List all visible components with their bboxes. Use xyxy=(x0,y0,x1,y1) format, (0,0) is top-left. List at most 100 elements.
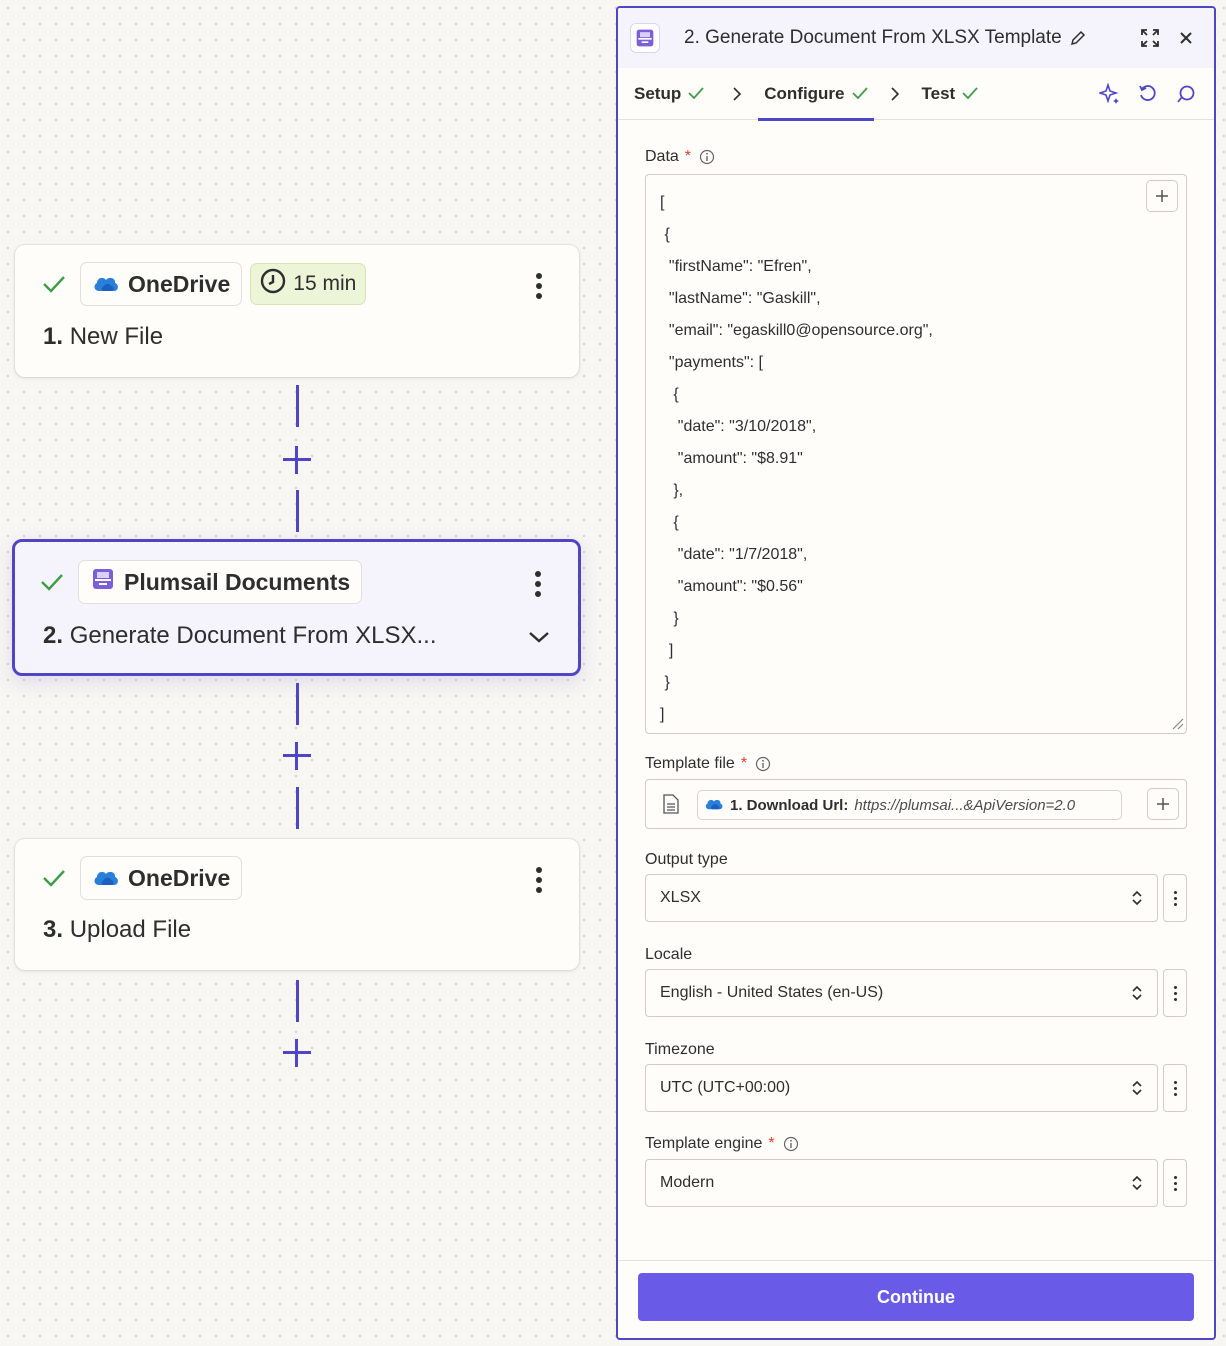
field-options-button[interactable] xyxy=(1163,1064,1187,1112)
pencil-icon[interactable] xyxy=(1070,30,1086,46)
onedrive-cloud-icon xyxy=(92,271,120,298)
continue-button[interactable]: Continue xyxy=(638,1273,1194,1321)
field-options-button[interactable] xyxy=(1163,969,1187,1017)
tab-test[interactable]: Test xyxy=(922,68,979,120)
updown-chevron-icon xyxy=(1132,985,1142,1001)
template-engine-select[interactable]: Modern xyxy=(645,1159,1158,1207)
info-icon[interactable] xyxy=(783,1136,799,1152)
clock-icon xyxy=(260,268,286,300)
step-menu-button[interactable] xyxy=(529,865,549,895)
add-step-icon[interactable] xyxy=(283,446,311,474)
updown-chevron-icon xyxy=(1132,1080,1142,1096)
template-file-input[interactable]: 1. Download Url: https://plumsai...&ApiV… xyxy=(645,779,1187,829)
onedrive-cloud-icon xyxy=(92,865,120,892)
step-number: 1. xyxy=(43,323,64,350)
comment-icon[interactable] xyxy=(1174,82,1198,106)
required-marker: * xyxy=(768,1135,775,1152)
onedrive-cloud-icon xyxy=(704,797,724,814)
label-text: Template engine xyxy=(645,1135,763,1152)
label-text: Locale xyxy=(645,946,693,963)
connector-line xyxy=(296,490,299,532)
schedule-interval: 15 min xyxy=(293,272,357,295)
tab-setup[interactable]: Setup xyxy=(634,68,704,120)
tab-label: Test xyxy=(921,83,956,103)
chevron-right-icon xyxy=(728,85,746,103)
pill-label: 1. Download Url: xyxy=(730,796,849,814)
plumsail-documents-icon xyxy=(90,567,116,597)
step-title-text: New File xyxy=(69,323,164,350)
step-title-text: Upload File xyxy=(69,916,192,943)
output-type-label: Output type xyxy=(645,849,728,871)
sparkle-icon[interactable] xyxy=(1098,82,1122,106)
app-chip-onedrive[interactable]: OneDrive xyxy=(80,856,243,900)
label-text: Timezone xyxy=(645,1041,715,1058)
step-title: 2. Generate Document From XLSX... xyxy=(43,622,437,650)
app-chip-plumsail[interactable]: Plumsail Documents xyxy=(78,560,363,604)
undo-icon[interactable] xyxy=(1136,82,1160,106)
step-number: 2. xyxy=(43,622,64,649)
locale-select[interactable]: English - United States (en-US) xyxy=(645,969,1158,1017)
step-number: 3. xyxy=(43,916,64,943)
connector-line xyxy=(296,683,299,725)
resize-handle-icon[interactable] xyxy=(1170,716,1184,735)
select-value: UTC (UTC+00:00) xyxy=(660,1079,791,1096)
step-card-1[interactable]: OneDrive 15 min 1. New File xyxy=(15,245,579,377)
insert-data-button[interactable] xyxy=(1147,788,1179,820)
check-icon xyxy=(688,84,704,104)
app-chip-onedrive[interactable]: OneDrive xyxy=(80,262,243,306)
step-menu-button[interactable] xyxy=(529,271,549,301)
check-icon xyxy=(851,84,868,104)
data-textarea[interactable]: [ { "firstName": "Efren", "lastName": "G… xyxy=(645,174,1187,734)
output-type-select[interactable]: XLSX xyxy=(645,874,1158,922)
select-value: Modern xyxy=(660,1174,715,1191)
plus-icon xyxy=(1157,798,1169,810)
check-icon xyxy=(962,84,978,104)
timezone-select[interactable]: UTC (UTC+00:00) xyxy=(645,1064,1158,1112)
step-title: 1. New File xyxy=(43,323,163,351)
add-step-icon[interactable] xyxy=(283,1039,311,1067)
mapped-field-pill[interactable]: 1. Download Url: https://plumsai...&ApiV… xyxy=(697,790,1122,820)
file-icon xyxy=(663,794,679,819)
template-engine-label: Template engine * xyxy=(645,1133,799,1155)
add-step-icon[interactable] xyxy=(283,742,311,770)
required-marker: * xyxy=(684,148,692,165)
connector-line xyxy=(296,787,299,829)
step-card-2[interactable]: Plumsail Documents 2. Generate Document … xyxy=(12,539,581,676)
select-value: English - United States (en-US) xyxy=(660,984,884,1001)
insert-data-button[interactable] xyxy=(1146,180,1178,212)
step-menu-button[interactable] xyxy=(528,569,548,599)
panel-title: 2. Generate Document From XLSX Template xyxy=(684,27,1062,48)
step-editor-panel: 2. Generate Document From XLSX Template … xyxy=(616,6,1216,1340)
info-icon[interactable] xyxy=(699,149,715,165)
step-card-3[interactable]: OneDrive 3. Upload File xyxy=(15,839,579,970)
step-title-text: Generate Document From XLSX... xyxy=(69,622,437,649)
field-options-button[interactable] xyxy=(1163,1159,1187,1207)
label-text: Template file xyxy=(645,755,735,772)
plumsail-documents-icon xyxy=(630,23,660,53)
select-value: XLSX xyxy=(660,889,701,906)
chevron-down-icon[interactable] xyxy=(528,630,550,649)
timezone-label: Timezone xyxy=(645,1039,715,1061)
plus-icon xyxy=(1156,190,1168,202)
expand-icon[interactable] xyxy=(1138,26,1162,50)
schedule-badge: 15 min xyxy=(250,263,367,305)
panel-footer: Continue xyxy=(618,1260,1214,1338)
updown-chevron-icon xyxy=(1132,1175,1142,1191)
step-title: 3. Upload File xyxy=(43,916,191,944)
close-icon[interactable] xyxy=(1174,26,1198,50)
field-options-button[interactable] xyxy=(1163,874,1187,922)
tab-label: Configure xyxy=(764,83,845,103)
info-icon[interactable] xyxy=(755,756,771,772)
required-marker: * xyxy=(740,755,748,772)
updown-chevron-icon xyxy=(1132,890,1142,906)
pill-value: https://plumsai...&ApiVersion=2.0 xyxy=(854,796,1076,814)
app-name: Plumsail Documents xyxy=(124,568,351,595)
locale-label: Locale xyxy=(645,944,692,966)
app-name: OneDrive xyxy=(128,270,231,297)
check-icon xyxy=(40,270,68,298)
check-icon xyxy=(38,568,66,596)
template-file-label: Template file * xyxy=(645,753,771,775)
panel-header: 2. Generate Document From XLSX Template xyxy=(618,8,1214,68)
tab-configure[interactable]: Configure xyxy=(758,68,874,121)
tab-label: Setup xyxy=(634,83,682,103)
